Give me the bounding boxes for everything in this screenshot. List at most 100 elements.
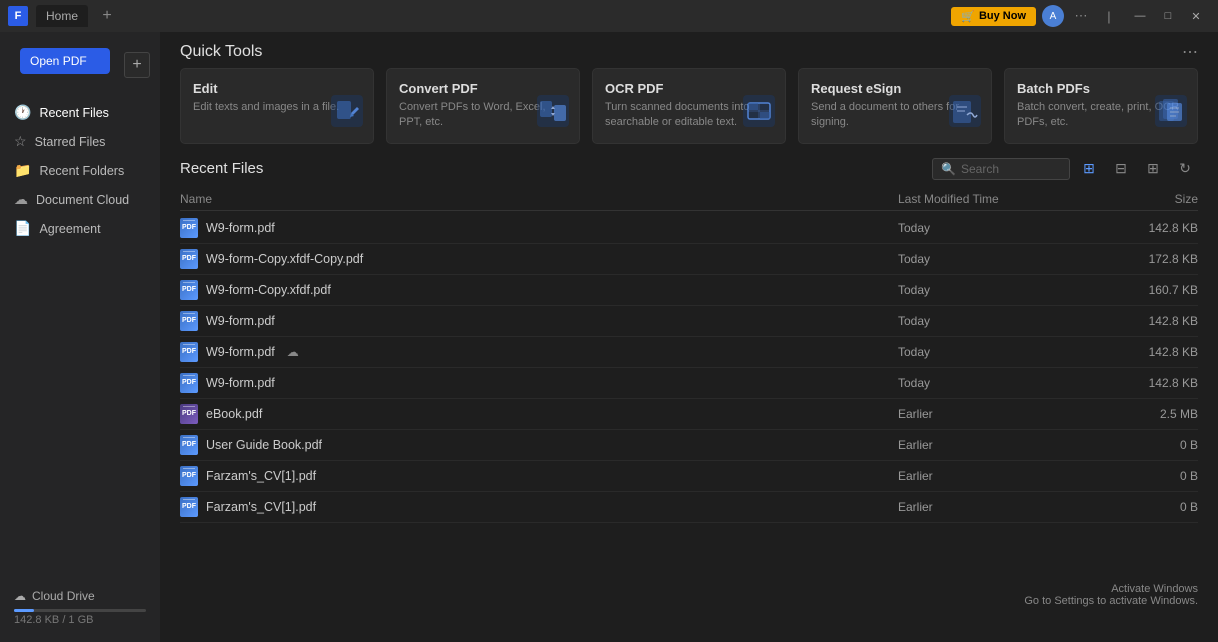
sidebar-label-starred-files: Starred Files xyxy=(35,135,106,149)
file-modified: Today xyxy=(898,314,1098,328)
tool-batch-icon xyxy=(1155,95,1187,133)
tool-card-ocr[interactable]: OCR PDF Turn scanned documents into sear… xyxy=(592,68,786,144)
maximize-button[interactable]: □ xyxy=(1154,5,1182,27)
recent-files-toolbar: 🔍 ⊞ ⊟ ⊞ ↻ xyxy=(932,156,1198,182)
more-button[interactable]: ⋯ xyxy=(1070,5,1092,27)
titlebar-left: F Home + xyxy=(8,5,118,27)
file-size: 0 B xyxy=(1098,500,1198,514)
avatar[interactable]: A xyxy=(1042,5,1064,27)
col-name-header: Name xyxy=(180,192,898,206)
table-row[interactable]: PDF Farzam's_CV[1].pdf Earlier 0 B xyxy=(180,492,1198,523)
view-grid-small-button[interactable]: ⊟ xyxy=(1108,156,1134,182)
table-row[interactable]: PDF W9-form.pdf ☁ Today 142.8 KB xyxy=(180,337,1198,368)
cloud-drive-icon: ☁ xyxy=(14,589,26,603)
file-name-cell: PDF Farzam's_CV[1].pdf xyxy=(180,497,898,517)
quick-tools-grid: Edit Edit texts and images in a file. Co… xyxy=(160,68,1218,156)
table-row[interactable]: PDF W9-form.pdf Today 142.8 KB xyxy=(180,213,1198,244)
table-row[interactable]: PDF User Guide Book.pdf Earlier 0 B xyxy=(180,430,1198,461)
recent-files-title: Recent Files xyxy=(180,160,263,177)
file-name-cell: PDF User Guide Book.pdf xyxy=(180,435,898,455)
file-name: W9-form.pdf xyxy=(206,221,275,235)
storage-progress-fill xyxy=(14,609,34,612)
file-size: 142.8 KB xyxy=(1098,314,1198,328)
file-name: W9-form-Copy.xfdf.pdf xyxy=(206,283,331,297)
recent-files-section: Recent Files 🔍 ⊞ ⊟ ⊞ ↻ Name Last Modifie… xyxy=(160,156,1218,642)
tool-card-batch[interactable]: Batch PDFs Batch convert, create, print,… xyxy=(1004,68,1198,144)
file-name-cell: PDF W9-form-Copy.xfdf-Copy.pdf xyxy=(180,249,898,269)
file-size: 142.8 KB xyxy=(1098,376,1198,390)
files-table: PDF W9-form.pdf Today 142.8 KB PDF W9-fo… xyxy=(180,213,1198,642)
tool-card-esign[interactable]: Request eSign Send a document to others … xyxy=(798,68,992,144)
file-size: 2.5 MB xyxy=(1098,407,1198,421)
tool-batch-title: Batch PDFs xyxy=(1017,81,1185,96)
cloud-drive[interactable]: ☁ Cloud Drive xyxy=(0,581,160,607)
storage-progress-bar xyxy=(14,609,146,612)
buy-now-icon: 🛒 xyxy=(961,10,975,23)
file-icon: PDF xyxy=(180,373,198,393)
file-name: Farzam's_CV[1].pdf xyxy=(206,469,316,483)
file-name: W9-form.pdf xyxy=(206,314,275,328)
content-area: Quick Tools ⋯ Edit Edit texts and images… xyxy=(160,32,1218,642)
file-modified: Today xyxy=(898,283,1098,297)
sidebar-item-document-cloud[interactable]: ☁ Document Cloud xyxy=(0,185,160,214)
file-modified: Today xyxy=(898,252,1098,266)
view-columns-button[interactable]: ⊞ xyxy=(1140,156,1166,182)
open-pdf-label: Open PDF xyxy=(30,54,87,68)
search-input[interactable] xyxy=(961,162,1061,176)
buy-now-button[interactable]: 🛒 Buy Now xyxy=(951,7,1036,26)
file-size: 172.8 KB xyxy=(1098,252,1198,266)
quick-tools-header: Quick Tools ⋯ xyxy=(160,32,1218,68)
view-grid-large-button[interactable]: ⊞ xyxy=(1076,156,1102,182)
file-name-cell: PDF W9-form.pdf xyxy=(180,311,898,331)
file-icon: PDF xyxy=(180,218,198,238)
sidebar-item-recent-files[interactable]: 🕐 Recent Files xyxy=(0,98,160,127)
add-tab-button[interactable]: + xyxy=(96,5,118,27)
table-row[interactable]: PDF W9-form.pdf Today 142.8 KB xyxy=(180,368,1198,399)
file-icon: PDF xyxy=(180,280,198,300)
separator: | xyxy=(1098,5,1120,27)
quick-tools-more-button[interactable]: ⋯ xyxy=(1182,42,1198,62)
sidebar-label-document-cloud: Document Cloud xyxy=(36,193,129,207)
file-modified: Today xyxy=(898,221,1098,235)
file-icon: PDF xyxy=(180,404,198,424)
titlebar: F Home + 🛒 Buy Now A ⋯ | — □ ✕ xyxy=(0,0,1218,32)
tool-edit-icon xyxy=(331,95,363,133)
document-cloud-icon: ☁ xyxy=(14,191,28,208)
sidebar-label-recent-files: Recent Files xyxy=(39,106,108,120)
file-size: 0 B xyxy=(1098,469,1198,483)
table-row[interactable]: PDF W9-form-Copy.xfdf-Copy.pdf Today 172… xyxy=(180,244,1198,275)
file-icon: PDF xyxy=(180,249,198,269)
table-row[interactable]: PDF Farzam's_CV[1].pdf Earlier 0 B xyxy=(180,461,1198,492)
close-button[interactable]: ✕ xyxy=(1182,5,1210,27)
col-size-header: Size xyxy=(1098,192,1198,206)
sidebar-item-agreement[interactable]: 📄 Agreement xyxy=(0,214,160,243)
tool-card-edit[interactable]: Edit Edit texts and images in a file. xyxy=(180,68,374,144)
file-name: W9-form.pdf xyxy=(206,345,275,359)
add-button[interactable]: + xyxy=(124,52,150,78)
search-box[interactable]: 🔍 xyxy=(932,158,1070,180)
file-name-cell: PDF W9-form.pdf xyxy=(180,218,898,238)
tool-edit-title: Edit xyxy=(193,81,361,96)
file-modified: Earlier xyxy=(898,469,1098,483)
storage-text: 142.8 KB / 1 GB xyxy=(0,614,160,634)
file-name-cell: PDF Farzam's_CV[1].pdf xyxy=(180,466,898,486)
sidebar-item-starred-files[interactable]: ☆ Starred Files xyxy=(0,127,160,156)
tool-card-convert[interactable]: Convert PDF Convert PDFs to Word, Excel,… xyxy=(386,68,580,144)
sidebar-item-recent-folders[interactable]: 📁 Recent Folders xyxy=(0,156,160,185)
file-name-cell: PDF eBook.pdf xyxy=(180,404,898,424)
file-modified: Earlier xyxy=(898,438,1098,452)
main-layout: Open PDF + 🕐 Recent Files ☆ Starred File… xyxy=(0,32,1218,642)
file-icon: PDF xyxy=(180,466,198,486)
table-row[interactable]: PDF W9-form.pdf Today 142.8 KB xyxy=(180,306,1198,337)
file-modified: Earlier xyxy=(898,407,1098,421)
table-row[interactable]: PDF W9-form-Copy.xfdf.pdf Today 160.7 KB xyxy=(180,275,1198,306)
open-pdf-button[interactable]: Open PDF xyxy=(20,48,110,74)
tool-esign-icon xyxy=(949,95,981,133)
refresh-button[interactable]: ↻ xyxy=(1172,156,1198,182)
app-icon: F xyxy=(8,6,28,26)
file-name-cell: PDF W9-form-Copy.xfdf.pdf xyxy=(180,280,898,300)
minimize-button[interactable]: — xyxy=(1126,5,1154,27)
file-modified: Today xyxy=(898,345,1098,359)
table-row[interactable]: PDF eBook.pdf Earlier 2.5 MB xyxy=(180,399,1198,430)
titlebar-tab[interactable]: Home xyxy=(36,5,88,27)
